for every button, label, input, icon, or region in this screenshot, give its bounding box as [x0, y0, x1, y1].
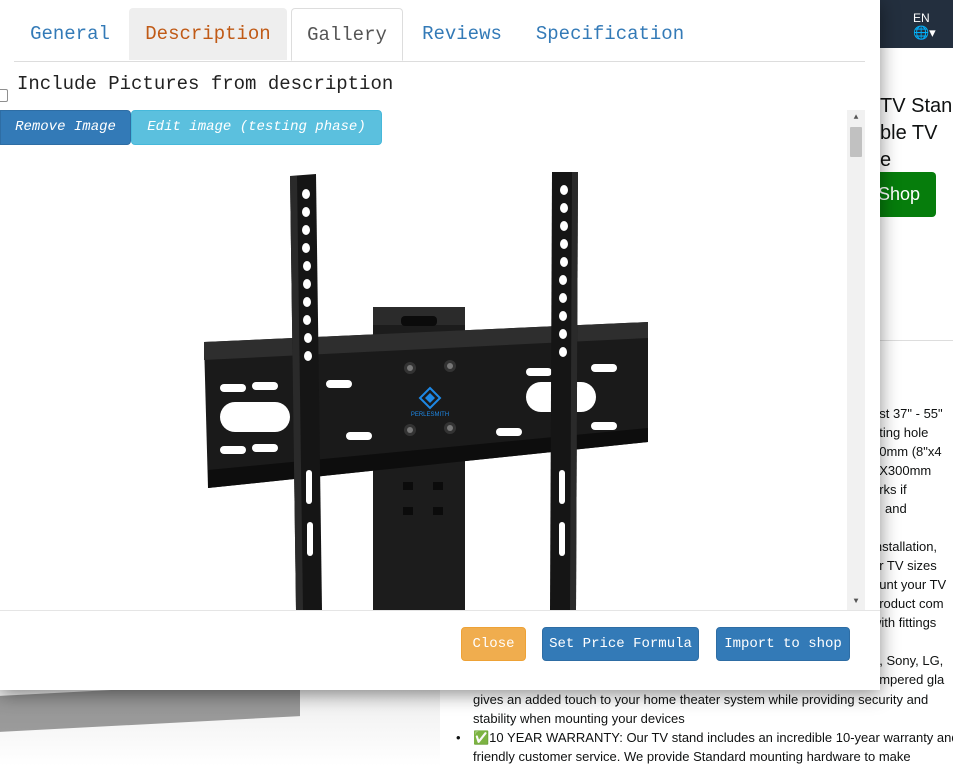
tab-specification[interactable]: Specification [525, 8, 695, 60]
import-to-shop-button[interactable]: Import to shop [716, 627, 850, 661]
tab-gallery[interactable]: Gallery [291, 8, 403, 61]
tab-bar: General Description Gallery Reviews Spec… [14, 8, 865, 62]
bullet-text: ✅10 YEAR WARRANTY: Our TV stand includes… [456, 728, 953, 747]
background-product-title: TV Stan ble TV e [880, 95, 953, 171]
background-description-text: ost 37" - 55" nting hole 00mm (8"x4 0X30… [872, 406, 947, 687]
language-selector[interactable]: EN [913, 11, 930, 25]
background-divider [880, 340, 953, 341]
gallery-scrollbar[interactable]: ▲ ▼ [847, 110, 865, 610]
product-image: PERLESMITH [204, 172, 648, 610]
bullet-text: friendly customer service. We provide St… [473, 749, 911, 764]
globe-icon[interactable]: 🌐▾ [913, 26, 936, 40]
remove-image-button[interactable]: Remove Image [0, 110, 131, 145]
tab-general[interactable]: General [14, 8, 126, 60]
set-price-formula-button[interactable]: Set Price Formula [542, 627, 699, 661]
include-pictures-checkbox[interactable] [0, 89, 8, 102]
gallery-image-frame: PERLESMITH [0, 110, 865, 610]
scroll-down-arrow-icon[interactable]: ▼ [847, 594, 865, 610]
bullet-text: stability when mounting your devices [473, 711, 685, 726]
tab-description[interactable]: Description [129, 8, 287, 60]
modal-footer: Close Set Price Formula Import to shop [0, 610, 880, 690]
bullet-text: gives an added touch to your home theate… [473, 692, 929, 707]
svg-text:PERLESMITH: PERLESMITH [411, 412, 449, 418]
tab-reviews[interactable]: Reviews [408, 8, 516, 60]
close-button[interactable]: Close [461, 627, 526, 661]
import-product-modal: General Description Gallery Reviews Spec… [0, 0, 880, 690]
background-bullet-list: gives an added touch to your home theate… [456, 690, 953, 766]
scroll-thumb[interactable] [850, 127, 862, 157]
edit-image-button[interactable]: Edit image (testing phase) [131, 110, 382, 145]
include-pictures-label: Include Pictures from description [17, 73, 394, 95]
scroll-up-arrow-icon[interactable]: ▲ [847, 110, 865, 126]
